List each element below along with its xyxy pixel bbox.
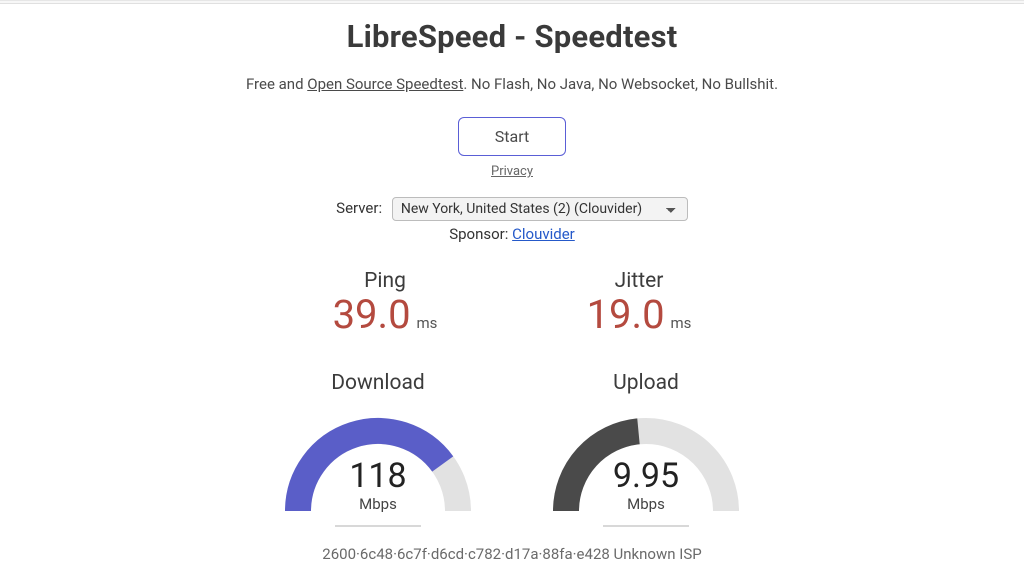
upload-gauge: Upload 9.95 Mbps: [536, 371, 756, 527]
ping-metric: Ping 39.0 ms: [300, 269, 470, 335]
tagline: Free and Open Source Speedtest. No Flash…: [0, 75, 1024, 93]
download-divider: [335, 525, 421, 527]
ping-unit: ms: [417, 314, 438, 332]
tagline-suffix: . No Flash, No Java, No Websocket, No Bu…: [463, 75, 778, 93]
ping-label: Ping: [300, 269, 470, 293]
ip-info: 2600·6c48·6c7f·d6cd·c782·d17a·88fa·e428 …: [0, 545, 1024, 563]
sponsor-label: Sponsor:: [449, 225, 512, 243]
open-source-link[interactable]: Open Source Speedtest: [307, 75, 463, 93]
jitter-value: 19.0: [587, 295, 665, 335]
speed-gauges: Download 118 Mbps Upload: [0, 371, 1024, 527]
page-title: LibreSpeed - Speedtest: [0, 18, 1024, 55]
download-gauge: Download 118 Mbps: [268, 371, 488, 527]
upload-unit: Mbps: [547, 495, 745, 513]
upload-value: 9.95: [547, 459, 745, 493]
download-label: Download: [268, 371, 488, 395]
privacy-link[interactable]: Privacy: [491, 164, 533, 179]
page-content: LibreSpeed - Speedtest Free and Open Sou…: [0, 4, 1024, 563]
jitter-unit: ms: [671, 314, 692, 332]
server-select[interactable]: New York, United States (2) (Clouvider): [392, 197, 688, 221]
download-value: 118: [279, 459, 477, 493]
server-row: Server: New York, United States (2) (Clo…: [0, 197, 1024, 221]
server-label: Server:: [336, 199, 382, 217]
jitter-metric: Jitter 19.0 ms: [554, 269, 724, 335]
upload-label: Upload: [536, 371, 756, 395]
download-unit: Mbps: [279, 495, 477, 513]
latency-metrics: Ping 39.0 ms Jitter 19.0 ms: [0, 269, 1024, 335]
start-button[interactable]: Start: [458, 117, 566, 156]
upload-divider: [603, 525, 689, 527]
jitter-label: Jitter: [554, 269, 724, 293]
sponsor-row: Sponsor: Clouvider: [0, 225, 1024, 243]
sponsor-link[interactable]: Clouvider: [512, 225, 575, 243]
ping-value: 39.0: [333, 295, 411, 335]
tagline-prefix: Free and: [246, 75, 307, 93]
